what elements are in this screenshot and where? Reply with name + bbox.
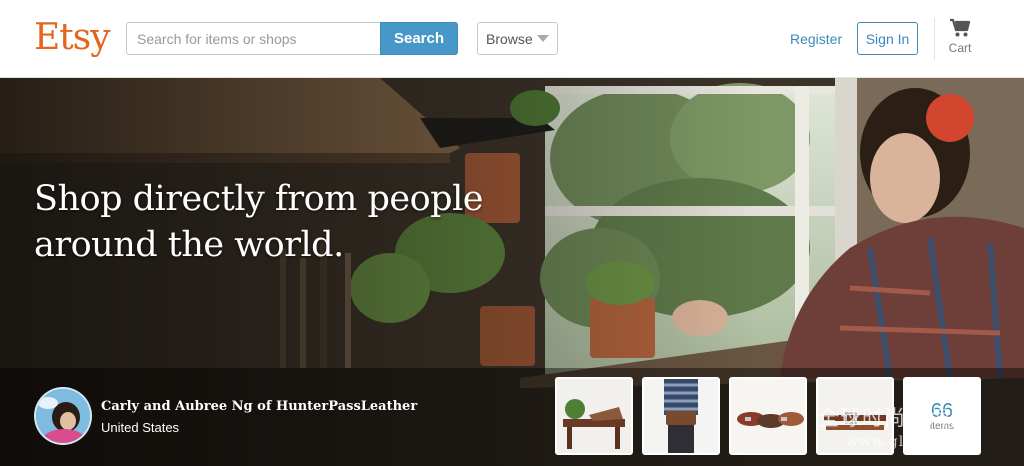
item-thumbnail-3-image: [731, 379, 805, 453]
seller-avatar[interactable]: [34, 387, 92, 445]
cart-label: Cart: [948, 41, 972, 55]
watermark-url: www.glospp.com: [846, 434, 980, 450]
search-input[interactable]: [126, 22, 380, 55]
seller-location: United States: [101, 420, 180, 435]
browse-dropdown[interactable]: Browse: [477, 22, 558, 55]
item-thumbnail-3[interactable]: [729, 377, 807, 455]
shopping-cart-icon: [950, 18, 971, 37]
hero-headline-line1: Shop directly from people: [34, 179, 484, 219]
seller-name-link[interactable]: Carly and Aubree Ng of HunterPassLeather: [101, 399, 417, 414]
hero-headline: Shop directly from people around the wor…: [34, 176, 554, 268]
cart-button[interactable]: Cart: [944, 18, 976, 62]
item-thumbnail-1-image: [557, 379, 631, 453]
sign-in-button[interactable]: Sign In: [857, 22, 918, 55]
browse-label: Browse: [486, 30, 533, 47]
site-header: Etsy Search Browse Register Sign In Cart: [0, 0, 1024, 78]
watermark-chinese-text: 全球时尚品牌网: [818, 406, 972, 430]
item-thumbnail-2[interactable]: [642, 377, 720, 455]
header-divider: [934, 18, 935, 60]
item-thumbnail-1[interactable]: [555, 377, 633, 455]
register-link[interactable]: Register: [790, 31, 842, 47]
chevron-down-icon: [537, 35, 549, 42]
hero-headline-line2: around the world.: [34, 225, 344, 265]
etsy-logo[interactable]: Etsy: [34, 14, 111, 62]
item-thumbnail-2-image: [644, 379, 718, 453]
seller-avatar-image: [36, 389, 90, 443]
search-button[interactable]: Search: [380, 22, 458, 55]
